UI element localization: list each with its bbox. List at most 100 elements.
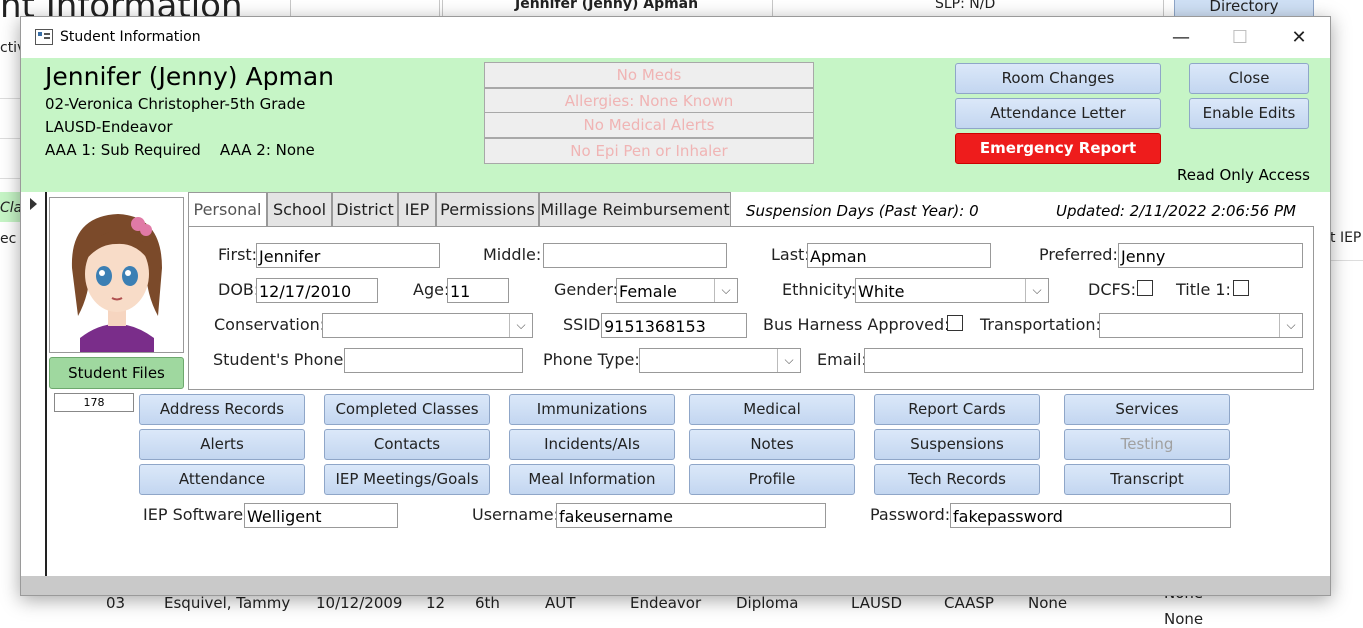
maximize-button[interactable]: ☐ — [1211, 17, 1269, 58]
tab-district[interactable]: District — [332, 192, 398, 226]
record-id: 178 — [54, 393, 134, 412]
transcript-button[interactable]: Transcript — [1064, 464, 1230, 495]
bg-row-district: LAUSD — [851, 594, 903, 612]
current-record-arrow-icon — [30, 198, 37, 210]
dcfs-checkbox[interactable] — [1137, 280, 1153, 296]
chevron-down-icon[interactable]: ⌵ — [1025, 279, 1048, 302]
suspensions-button[interactable]: Suspensions — [874, 429, 1040, 460]
username-field[interactable]: fakeusername — [556, 503, 826, 528]
ssid-label: SSID: — [563, 315, 606, 334]
student-name: Jennifer (Jenny) Apman — [45, 62, 334, 91]
tab-permissions[interactable]: Permissions — [436, 192, 539, 226]
emergency-report-button[interactable]: Emergency Report — [955, 133, 1161, 164]
bus-harness-label: Bus Harness Approved: — [763, 315, 950, 334]
bg-row-num: 03 — [106, 594, 126, 612]
notes-button[interactable]: Notes — [689, 429, 855, 460]
contacts-button[interactable]: Contacts — [324, 429, 490, 460]
iep-meetings-goals-button[interactable]: IEP Meetings/Goals — [324, 464, 490, 495]
dob-field[interactable]: 12/17/2010 — [256, 278, 378, 303]
gender-select[interactable]: Female ⌵ — [616, 278, 738, 303]
phone-type-select[interactable]: ⌵ — [639, 348, 801, 373]
chevron-down-icon[interactable]: ⌵ — [509, 314, 532, 337]
middle-label: Middle: — [483, 245, 542, 264]
password-field[interactable]: fakepassword — [950, 503, 1231, 528]
access-level-label: Read Only Access — [1177, 166, 1310, 184]
iep-software-field[interactable]: Welligent — [244, 503, 398, 528]
services-button[interactable]: Services — [1064, 394, 1230, 425]
bg-row-test: CAASP — [944, 594, 994, 612]
age-label: Age: — [413, 280, 450, 299]
phone-type-label: Phone Type: — [543, 350, 640, 369]
email-field[interactable] — [864, 348, 1303, 373]
background-green-cell: Clas — [0, 192, 30, 222]
password-label: Password: — [870, 505, 951, 524]
address-records-button[interactable]: Address Records — [139, 394, 305, 425]
last-name-field[interactable]: Apman — [807, 243, 991, 268]
bg-row-age: 12 — [426, 594, 446, 612]
allergies-alert: Allergies: None Known — [484, 88, 814, 114]
bus-harness-checkbox[interactable] — [947, 315, 963, 331]
background-slp: SLP: N/D — [935, 0, 996, 12]
conservation-label: Conservation: — [214, 315, 326, 334]
window-title: Student Information — [60, 29, 201, 45]
attendance-letter-button[interactable]: Attendance Letter — [955, 98, 1161, 129]
room-changes-button[interactable]: Room Changes — [955, 63, 1161, 94]
gender-value: Female — [619, 282, 677, 301]
suspension-days: Suspension Days (Past Year): 0 — [746, 202, 979, 220]
student-files-button[interactable]: Student Files — [49, 357, 184, 389]
transportation-select[interactable]: ⌵ — [1099, 313, 1303, 338]
background-row-line — [0, 140, 20, 179]
immunizations-button[interactable]: Immunizations — [509, 394, 675, 425]
profile-button[interactable]: Profile — [689, 464, 855, 495]
age-field[interactable]: 11 — [447, 278, 509, 303]
aaa-line: AAA 1: Sub Required AAA 2: None — [45, 141, 315, 159]
bg-row-col2-bottom: None — [1164, 610, 1204, 628]
dob-label: DOB: — [218, 280, 260, 299]
ethnicity-value: White — [858, 282, 905, 301]
incidents-button[interactable]: Incidents/AIs — [509, 429, 675, 460]
bg-row-col1: None — [1028, 594, 1068, 612]
meal-information-button[interactable]: Meal Information — [509, 464, 675, 495]
bg-row-track: Diploma — [736, 594, 799, 612]
ethnicity-label: Ethnicity: — [782, 280, 857, 299]
preferred-name-field[interactable]: Jenny — [1118, 243, 1303, 268]
bg-row-name: Esquivel, Tammy — [164, 594, 291, 612]
report-cards-button[interactable]: Report Cards — [874, 394, 1040, 425]
medical-button[interactable]: Medical — [689, 394, 855, 425]
tab-iep[interactable]: IEP — [398, 192, 436, 226]
first-name-field[interactable]: Jennifer — [256, 243, 440, 268]
middle-name-field[interactable] — [543, 243, 727, 268]
student-phone-field[interactable] — [344, 348, 523, 373]
minimize-button[interactable]: — — [1152, 17, 1210, 58]
title-bar: Student Information — ☐ ✕ — [21, 17, 1330, 58]
phone-label: Student's Phone: — [213, 350, 349, 369]
bg-row-grade: 6th — [475, 594, 500, 612]
close-window-button[interactable]: ✕ — [1270, 17, 1328, 58]
bg-row-school: Endeavor — [630, 594, 702, 612]
form-footer — [21, 576, 1330, 595]
tab-millage-reimbursement[interactable]: Millage Reimbursement — [539, 192, 731, 226]
ethnicity-select[interactable]: White ⌵ — [855, 278, 1049, 303]
form-body: Student Files 178 Personal School Distri… — [21, 192, 1330, 576]
class-line: 02-Veronica Christopher-5th Grade — [45, 95, 306, 113]
testing-button[interactable]: Testing — [1064, 429, 1230, 460]
tab-school[interactable]: School — [267, 192, 332, 226]
close-button[interactable]: Close — [1189, 63, 1309, 94]
meds-alert: No Meds — [484, 62, 814, 88]
bg-row-disability: AUT — [545, 594, 576, 612]
record-selector[interactable] — [21, 192, 47, 576]
enable-edits-button[interactable]: Enable Edits — [1189, 98, 1309, 129]
conservation-select[interactable]: ⌵ — [322, 313, 533, 338]
tech-records-button[interactable]: Tech Records — [874, 464, 1040, 495]
title1-checkbox[interactable] — [1233, 280, 1249, 296]
completed-classes-button[interactable]: Completed Classes — [324, 394, 490, 425]
updated-timestamp: Updated: 2/11/2022 2:06:56 PM — [1056, 202, 1296, 220]
tab-personal[interactable]: Personal — [188, 192, 267, 228]
chevron-down-icon[interactable]: ⌵ — [1279, 314, 1302, 337]
chevron-down-icon[interactable]: ⌵ — [777, 349, 800, 372]
chevron-down-icon[interactable]: ⌵ — [714, 279, 737, 302]
attendance-button[interactable]: Attendance — [139, 464, 305, 495]
transportation-label: Transportation: — [980, 315, 1101, 334]
alerts-button[interactable]: Alerts — [139, 429, 305, 460]
ssid-field[interactable]: 9151368153 — [601, 313, 747, 338]
